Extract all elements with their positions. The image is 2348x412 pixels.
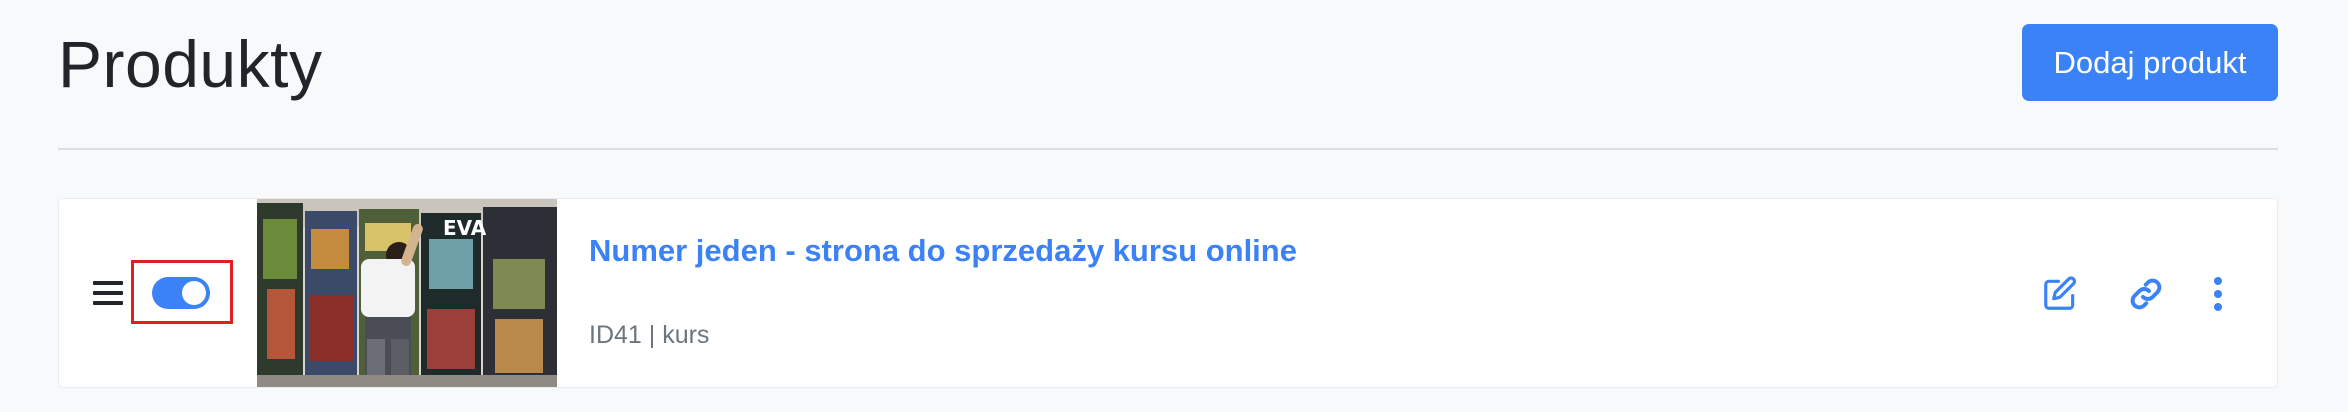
product-meta: ID41 | kurs <box>589 321 710 349</box>
product-actions <box>1997 271 2233 317</box>
link-icon[interactable] <box>2123 271 2169 317</box>
header-divider <box>58 148 2278 150</box>
product-thumbnail: EVA <box>257 199 557 387</box>
add-product-button[interactable]: Dodaj produkt <box>2022 24 2278 101</box>
product-active-toggle[interactable] <box>152 277 210 309</box>
product-info: Numer jeden - strona do sprzedaży kursu … <box>589 199 1789 387</box>
page-title: Produkty <box>58 27 323 101</box>
toggle-knob <box>182 281 206 305</box>
more-vertical-icon[interactable] <box>2203 271 2233 317</box>
drag-handle-icon[interactable] <box>93 281 123 307</box>
page-header: Produkty Dodaj produkt <box>58 0 2278 148</box>
product-row: EVA Numer jeden - strona do sprzedaży ku… <box>58 198 2278 388</box>
thumbnail-eva-text: EVA <box>443 216 487 240</box>
edit-icon[interactable] <box>2037 271 2083 317</box>
product-title-link[interactable]: Numer jeden - strona do sprzedaży kursu … <box>589 233 1297 269</box>
